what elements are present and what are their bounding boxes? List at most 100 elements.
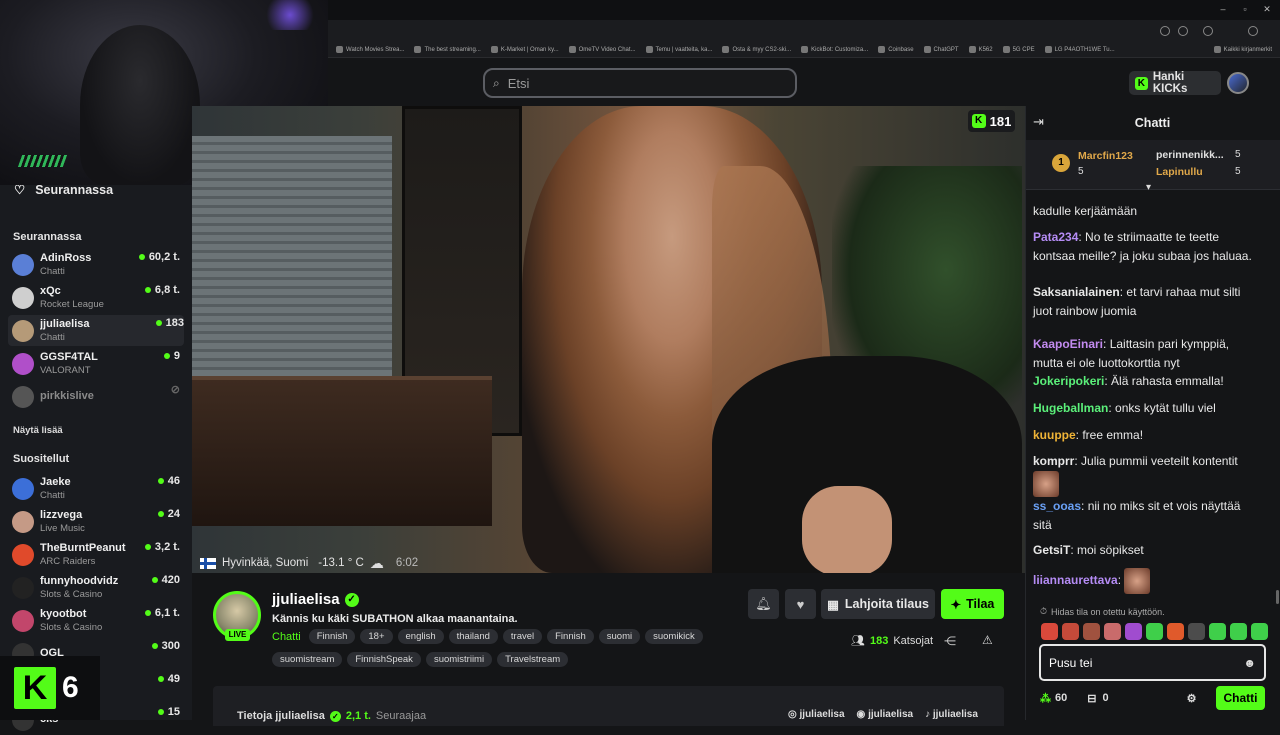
star-icon[interactable] <box>1178 26 1188 36</box>
quick-emote-icon[interactable] <box>1230 623 1247 640</box>
sidebar-channel-item[interactable]: Jaeke Chatti 46 <box>12 473 180 504</box>
stream-tag[interactable]: thailand <box>448 629 498 644</box>
search-box[interactable]: ⌕ <box>483 68 797 98</box>
leaderboard-name[interactable]: Lapinullu <box>1156 166 1203 178</box>
close-window-icon[interactable]: ✕ <box>1262 4 1272 14</box>
heart-icon: ♥ <box>796 596 805 612</box>
sidebar-channel-item[interactable]: xQc Rocket League 6,8 t. <box>12 282 180 313</box>
quick-emote-icon[interactable] <box>1062 623 1079 640</box>
user-avatar[interactable] <box>1227 72 1249 94</box>
chat-username[interactable]: liiannaurettava <box>1033 573 1118 587</box>
quick-emote-icon[interactable] <box>1167 623 1184 640</box>
sidebar-channel-item[interactable]: TheBurntPeanut ARC Raiders 3,2 t. <box>12 539 180 570</box>
quick-emote-icon[interactable] <box>1146 623 1163 640</box>
chat-username[interactable]: GetsiT <box>1033 543 1070 557</box>
sidebar-channel-item[interactable]: AdinRoss Chatti 60,2 t. <box>12 249 180 280</box>
share-icon[interactable]: ⋲ <box>944 634 956 648</box>
bookmark-item[interactable]: Watch Movies Strea... <box>336 46 404 53</box>
temperature-text: -13.1 ° C <box>318 557 364 569</box>
channel-name: pirkkislive <box>40 390 94 402</box>
browser-profile-icon[interactable] <box>1248 26 1258 36</box>
emoji-icon[interactable]: ☻ <box>1243 656 1256 670</box>
maximize-icon[interactable]: ▫ <box>1240 4 1250 14</box>
chat-input-box[interactable]: ☻ <box>1039 644 1266 681</box>
stream-tag[interactable]: english <box>397 629 444 644</box>
chat-username[interactable]: Pata234 <box>1033 230 1078 244</box>
quick-emote-icon[interactable] <box>1251 623 1268 640</box>
zoom-icon[interactable] <box>1160 26 1170 36</box>
kick-icon: K <box>971 114 986 128</box>
extensions-icon[interactable] <box>1203 26 1213 36</box>
stream-tag[interactable]: suomistream <box>272 652 343 667</box>
expand-leaderboard-icon[interactable]: ▾ <box>1146 182 1151 193</box>
leaderboard-name[interactable]: Marcfin123 <box>1078 150 1133 162</box>
discord-link[interactable]: ◉ jjuliaelisa <box>857 709 914 720</box>
stream-tag[interactable]: Finnish <box>547 629 594 644</box>
instagram-link[interactable]: ◎ jjuliaelisa <box>788 709 845 720</box>
stream-tag[interactable]: Finnish <box>308 629 356 644</box>
report-icon[interactable]: ⚠ <box>982 633 993 647</box>
bookmark-item[interactable]: 5G CPE <box>1002 46 1035 53</box>
channel-name[interactable]: jjuliaelisa ✓ <box>272 591 359 608</box>
get-kicks-button[interactable]: K Hanki KICKs <box>1129 71 1221 95</box>
chat-username[interactable]: komprr <box>1033 454 1074 468</box>
bookmark-item[interactable]: ChatGPT <box>923 46 959 53</box>
chat-username[interactable]: kuuppe <box>1033 428 1076 442</box>
quick-emote-icon[interactable] <box>1041 623 1058 640</box>
chat-username[interactable]: Saksanialainen <box>1033 285 1120 299</box>
stream-tag[interactable]: 18+ <box>360 629 393 644</box>
channel-category: Chatti <box>40 489 65 501</box>
show-more-link[interactable]: Näytä lisää <box>13 425 63 436</box>
stream-tag[interactable]: Travelstream <box>497 652 569 667</box>
sidebar-channel-item[interactable]: kyootbot Slots & Casino 6,1 t. <box>12 605 180 636</box>
chat-send-button[interactable]: Chatti <box>1216 686 1265 710</box>
quick-emote-icon[interactable] <box>1083 623 1100 640</box>
chat-settings-icon[interactable]: ⚙ <box>1187 692 1197 705</box>
gift-sub-button[interactable]: ▦ Lahjoita tilaus <box>821 589 935 619</box>
chat-username[interactable]: Jokeripokeri <box>1033 374 1104 388</box>
bookmark-item[interactable]: Temu | vaatteita, ka... <box>645 46 712 53</box>
chat-scrollbar[interactable] <box>1276 590 1279 604</box>
search-input[interactable] <box>507 75 768 91</box>
sidebar-channel-item[interactable]: funnyhoodvidz Slots & Casino 420 <box>12 572 180 603</box>
sidebar-channel-item[interactable]: jjuliaelisa Chatti 183 <box>8 315 184 346</box>
bookmark-item[interactable]: K-Market | Oman ky... <box>490 46 559 53</box>
notification-button[interactable]: 🔔︎ <box>748 589 779 619</box>
sidebar-channel-item[interactable]: lizzvega Live Music 24 <box>12 506 180 537</box>
category-link[interactable]: Chatti <box>272 631 301 643</box>
stream-tag[interactable]: FinnishSpeak <box>347 652 421 667</box>
bookmark-item[interactable]: The best streaming... <box>414 46 481 53</box>
stream-tag[interactable]: suomistriimi <box>425 652 493 667</box>
stream-tag[interactable]: suomikick <box>645 629 703 644</box>
bookmark-item[interactable]: Coinbase <box>878 46 914 53</box>
subscribe-button[interactable]: ✦ Tilaa <box>941 589 1004 619</box>
instagram-handle: jjuliaelisa <box>799 709 845 720</box>
bookmark-item[interactable]: OmeTV Video Chat... <box>568 46 636 53</box>
bookmark-item[interactable]: K562 <box>968 46 993 53</box>
follow-button[interactable]: ♥ <box>785 589 816 619</box>
quick-emote-icon[interactable] <box>1209 623 1226 640</box>
live-dot-icon <box>157 709 164 715</box>
video-player[interactable] <box>192 106 1025 573</box>
gift-box-icon[interactable]: ⊟ <box>1087 692 1096 705</box>
chat-username[interactable]: Hugeballman <box>1033 401 1108 415</box>
bookmark-item[interactable]: Kaikki kirjanmerkit <box>1213 46 1272 53</box>
chat-username[interactable]: KaapoEinari <box>1033 337 1103 351</box>
chat-emote-icon[interactable] <box>1124 568 1151 594</box>
quick-emote-icon[interactable] <box>1188 623 1205 640</box>
chat-input[interactable] <box>1049 655 1244 670</box>
sidebar-channel-item[interactable]: GGSF4TAL VALORANT 9 <box>12 348 180 379</box>
sidebar-channel-item[interactable]: pirkkislive ⊘ <box>12 381 180 412</box>
leaderboard-name[interactable]: perinnenikk... <box>1156 149 1224 161</box>
tiktok-link[interactable]: ♪ jjuliaelisa <box>925 709 978 720</box>
bookmark-item[interactable]: KickBot: Customiza... <box>801 46 868 53</box>
quick-emote-icon[interactable] <box>1125 623 1142 640</box>
quick-emote-icon[interactable] <box>1104 623 1121 640</box>
chat-username[interactable]: ss_ooas <box>1033 499 1081 513</box>
minimize-icon[interactable]: – <box>1218 4 1228 14</box>
stream-tag[interactable]: travel <box>502 629 543 644</box>
chat-emote-icon[interactable] <box>1033 470 1059 497</box>
stream-tag[interactable]: suomi <box>598 629 641 644</box>
bookmark-item[interactable]: LG P4AOTH1WE Tu... <box>1044 46 1115 53</box>
bookmark-item[interactable]: Osta & myy CS2-ski... <box>722 46 791 53</box>
